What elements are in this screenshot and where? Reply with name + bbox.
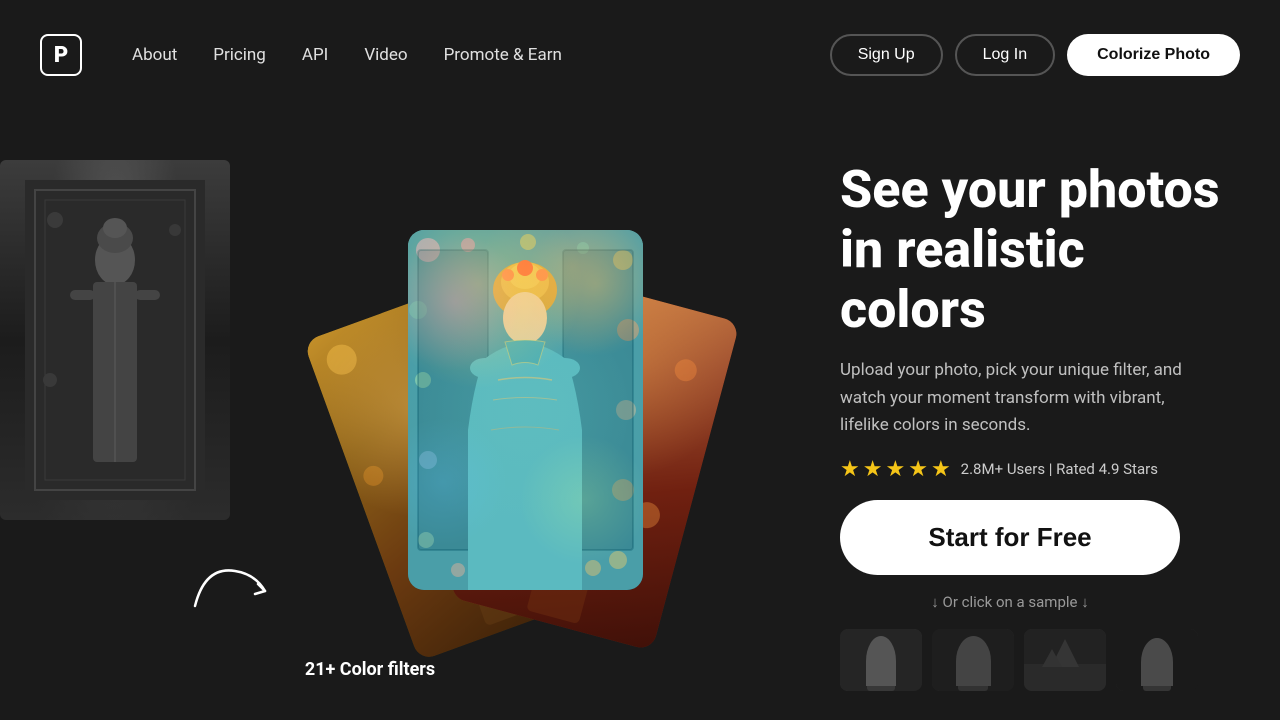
- sample-thumbnails: [840, 629, 1240, 691]
- star-5: ★: [931, 457, 951, 482]
- color-filters-caption: 21+ Color filters: [305, 659, 435, 680]
- start-free-button[interactable]: Start for Free: [840, 500, 1180, 575]
- colorize-button[interactable]: Colorize Photo: [1067, 34, 1240, 76]
- star-2: ★: [863, 457, 883, 482]
- sample-thumb-3[interactable]: [1024, 629, 1106, 691]
- nav-links: About Pricing API Video Promote & Earn: [132, 45, 830, 65]
- sample-thumb-4[interactable]: [1116, 629, 1198, 691]
- hero-title: See your photos in realistic colors: [840, 160, 1240, 339]
- nav-pricing[interactable]: Pricing: [213, 45, 266, 65]
- nav-api[interactable]: API: [302, 45, 328, 65]
- bw-photo: [0, 160, 230, 520]
- nav-promote[interactable]: Promote & Earn: [444, 45, 562, 65]
- photo-area: 21+ Color filters: [0, 130, 810, 720]
- sample-hint: ↓ Or click on a sample ↓: [840, 593, 1180, 611]
- star-4: ★: [908, 457, 928, 482]
- hero-subtitle: Upload your photo, pick your unique filt…: [840, 357, 1200, 439]
- nav-about[interactable]: About: [132, 45, 177, 65]
- hero-section: 21+ Color filters See your photos in rea…: [0, 110, 1280, 720]
- rating-text: 2.8M+ Users | Rated 4.9 Stars: [961, 460, 1158, 478]
- login-button[interactable]: Log In: [955, 34, 1055, 76]
- nav-video[interactable]: Video: [364, 45, 407, 65]
- navbar: P About Pricing API Video Promote & Earn…: [0, 0, 1280, 110]
- bw-figure-svg: [25, 180, 205, 500]
- fan-card-center: [408, 230, 643, 590]
- arrow-decoration: [190, 556, 270, 620]
- sample-thumb-1[interactable]: [840, 629, 922, 691]
- stars: ★ ★ ★ ★ ★: [840, 457, 951, 482]
- signup-button[interactable]: Sign Up: [830, 34, 943, 76]
- sample-thumb-2[interactable]: [932, 629, 1014, 691]
- nav-actions: Sign Up Log In Colorize Photo: [830, 34, 1240, 76]
- star-3: ★: [885, 457, 905, 482]
- brand-logo[interactable]: P: [40, 34, 82, 76]
- star-1: ★: [840, 457, 860, 482]
- hero-content: See your photos in realistic colors Uplo…: [810, 130, 1240, 691]
- rating-row: ★ ★ ★ ★ ★ 2.8M+ Users | Rated 4.9 Stars: [840, 457, 1240, 482]
- fan-cards: [280, 150, 770, 670]
